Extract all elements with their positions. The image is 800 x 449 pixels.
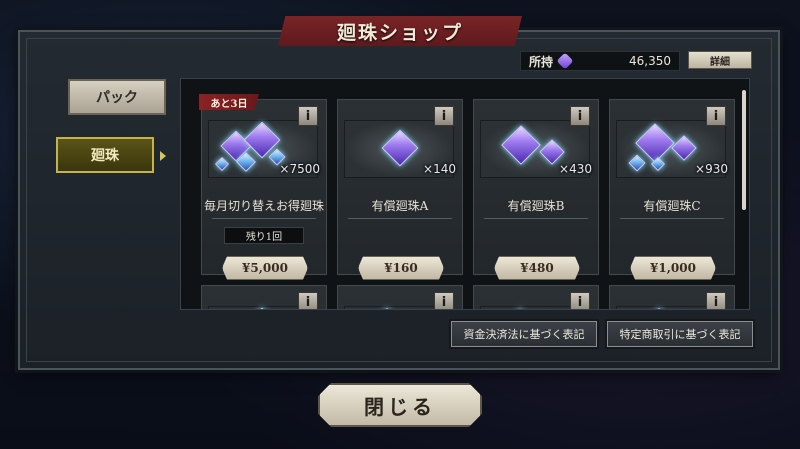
divider <box>484 218 588 219</box>
gem-cube-icon <box>214 156 230 172</box>
tab-gem[interactable]: 廻珠 <box>56 137 154 173</box>
product-quantity: ×140 <box>423 162 456 176</box>
divider <box>348 218 452 219</box>
currency-label: 所持 <box>529 54 554 69</box>
gem-cube-icon <box>539 139 565 165</box>
info-button[interactable]: i <box>570 292 590 309</box>
currency-display: 所持 46,350 <box>520 51 680 71</box>
detail-button[interactable]: 詳細 <box>688 51 752 69</box>
tab-pack[interactable]: パック <box>68 79 166 115</box>
close-button[interactable]: 閉じる <box>318 383 482 427</box>
info-button[interactable]: i <box>434 106 454 126</box>
product-name: 毎月切り替えお得廻珠 <box>203 199 324 213</box>
gem-cube-icon <box>501 125 541 165</box>
product-card-row2[interactable]: i <box>201 285 327 309</box>
product-card-row2[interactable]: i <box>337 285 463 309</box>
divider <box>620 218 724 219</box>
product-name: 有償廻珠C <box>643 199 701 213</box>
product-quantity: ×430 <box>559 162 592 176</box>
gem-cube-icon <box>504 308 536 309</box>
product-panel[interactable]: ×7500 i 毎月切り替えお得廻珠 残り1回 ¥5,000 ×140 i 有償… <box>180 78 750 310</box>
price-button[interactable]: ¥1,000 <box>630 256 716 280</box>
product-name: 有償廻珠B <box>507 199 565 213</box>
info-button[interactable]: i <box>706 292 726 309</box>
gem-icon <box>556 52 574 70</box>
product-name: 有償廻珠A <box>371 199 429 213</box>
info-button[interactable]: i <box>298 292 318 309</box>
scrollbar[interactable] <box>742 90 746 210</box>
gem-cube-icon <box>243 307 281 309</box>
product-card-monthly[interactable]: ×7500 i 毎月切り替えお得廻珠 残り1回 ¥5,000 <box>201 99 327 280</box>
product-quantity: ×7500 <box>279 162 320 176</box>
gem-cube-icon <box>635 123 675 163</box>
currency-amount: 46,350 <box>629 54 671 68</box>
payment-services-notice-button[interactable]: 資金決済法に基づく表記 <box>451 321 597 347</box>
price-button[interactable]: ¥5,000 <box>222 256 308 280</box>
gem-cube-icon <box>370 308 404 309</box>
gem-cube-icon <box>628 154 646 172</box>
commercial-transactions-notice-button[interactable]: 特定商取引に基づく表記 <box>607 321 753 347</box>
purchase-limit: 残り1回 <box>224 227 304 244</box>
info-button[interactable]: i <box>434 292 454 309</box>
product-quantity: ×930 <box>695 162 728 176</box>
info-button[interactable]: i <box>570 106 590 126</box>
shop-title: 廻珠ショップ <box>278 16 522 46</box>
time-limit-badge: あと3日 <box>199 94 259 110</box>
gem-cube-icon <box>642 308 676 309</box>
divider <box>212 218 316 219</box>
product-card-a[interactable]: ×140 i 有償廻珠A ¥160 <box>337 99 463 280</box>
product-card-c[interactable]: ×930 i 有償廻珠C ¥1,000 <box>609 99 735 280</box>
gem-cube-icon <box>671 135 697 161</box>
product-card-b[interactable]: ×430 i 有償廻珠B ¥480 <box>473 99 599 280</box>
price-button[interactable]: ¥480 <box>494 256 580 280</box>
selected-tab-arrow-icon <box>160 151 166 161</box>
gem-cube-icon <box>381 129 419 167</box>
product-card-row2[interactable]: i <box>609 285 735 309</box>
price-button[interactable]: ¥160 <box>358 256 444 280</box>
product-card-row2[interactable]: i <box>473 285 599 309</box>
info-button[interactable]: i <box>298 106 318 126</box>
info-button[interactable]: i <box>706 106 726 126</box>
